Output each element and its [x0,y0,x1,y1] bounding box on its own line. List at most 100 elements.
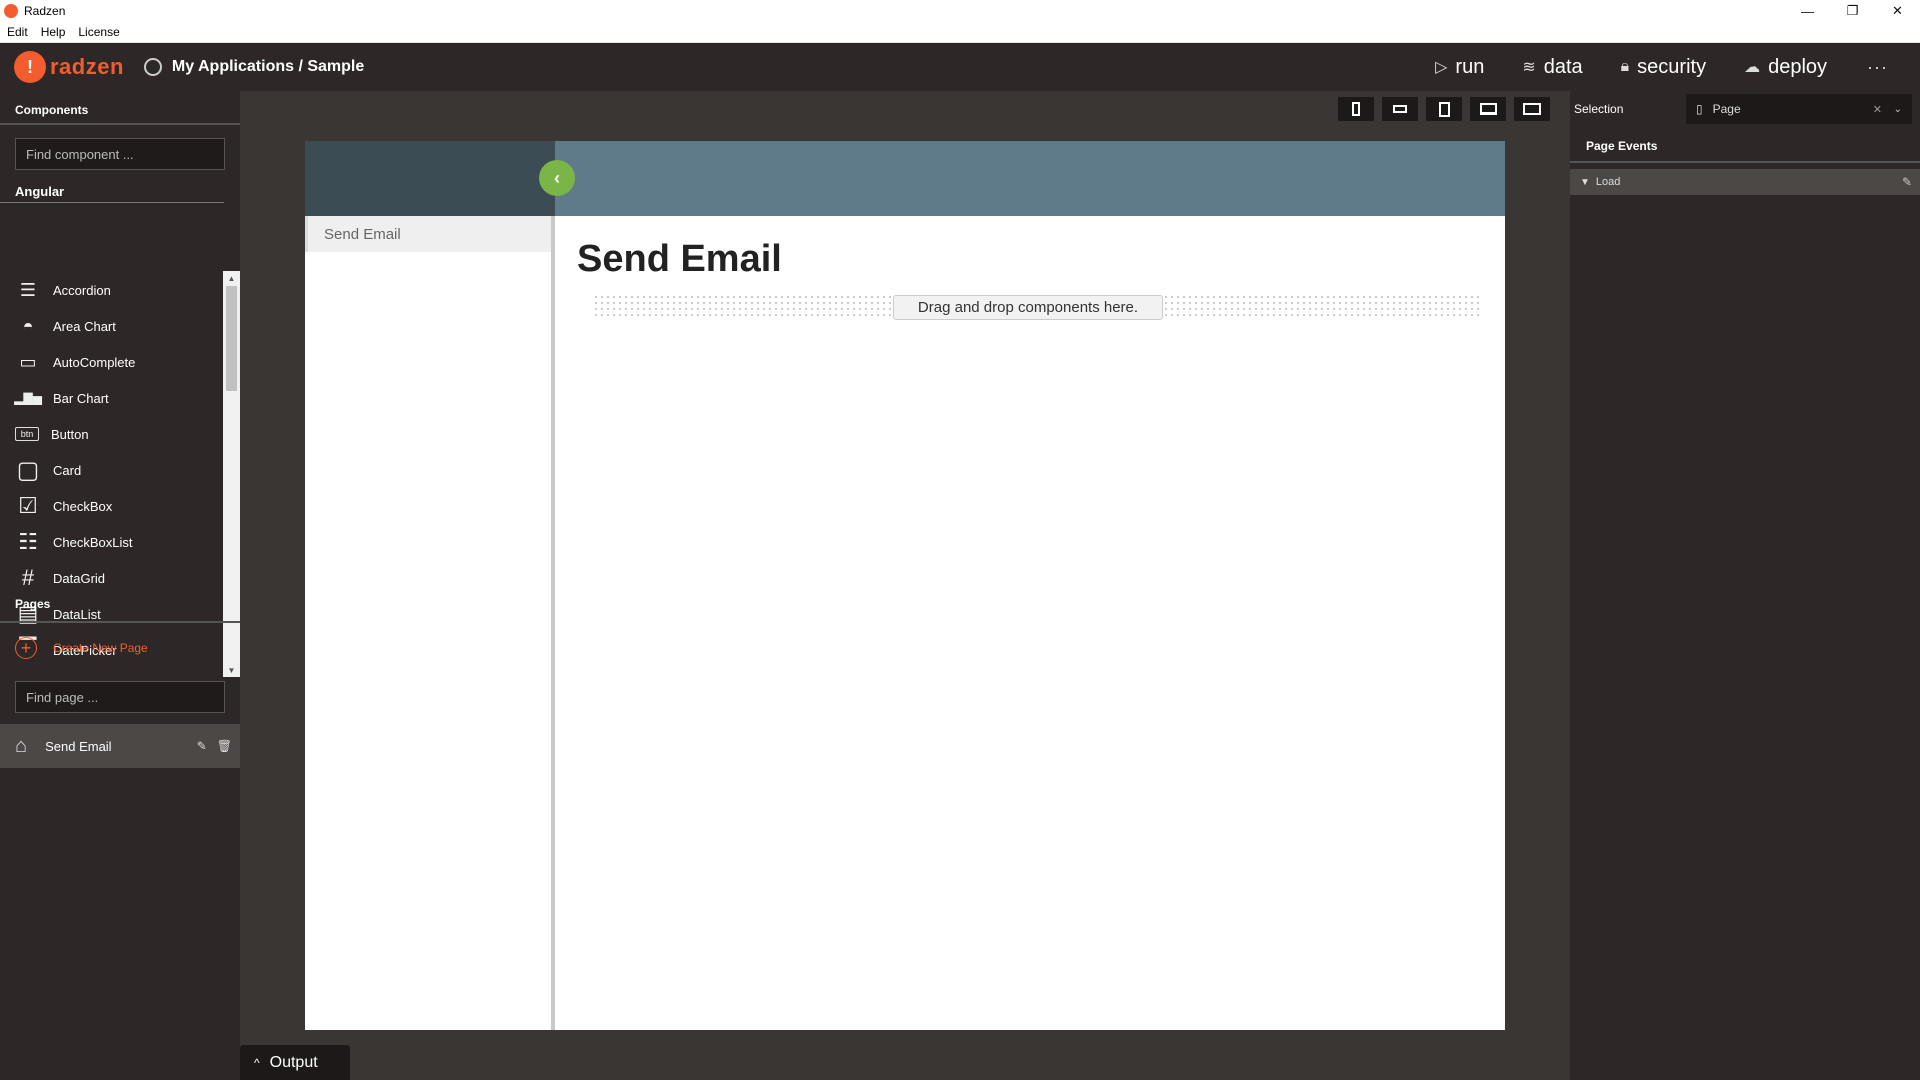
data-button[interactable]: ≋ data [1522,56,1582,79]
preview-nav-item-send-email[interactable]: Send Email [305,216,551,252]
phone-portrait-button[interactable] [1338,97,1374,121]
desktop-button[interactable] [1514,97,1550,121]
close-icon[interactable]: ✕ [1875,0,1920,22]
more-options-icon[interactable]: ··· [1867,57,1888,78]
selection-value: Page [1712,102,1741,116]
phone-landscape-icon [1393,105,1407,113]
page-icon: ▯ [1696,102,1703,116]
component-checkboxlist[interactable]: ☷ CheckBoxList [0,524,224,560]
security-button[interactable]: 🔒︎ security [1621,56,1706,79]
chevron-down-icon[interactable]: ⌄ [1894,104,1902,115]
breadcrumb-label: My Applications / Sample [171,58,365,75]
radzen-app-icon [4,4,18,18]
radzen-logo[interactable]: ! radzen [14,51,124,83]
component-bar-chart[interactable]: ▂▇▅ Bar Chart [0,380,224,416]
restore-icon[interactable]: ❐ [1830,0,1875,22]
checkbox-icon: ☑ [18,493,38,518]
header-actions: ▷ run ≋ data 🔒︎ security ☁︎ deploy ··· [1397,43,1888,91]
page-heading[interactable]: Send Email [577,238,1505,281]
menu-edit[interactable]: Edit [0,25,34,39]
window-titlebar: Radzen — ❐ ✕ [0,0,1920,22]
sidebar-toggle-button[interactable]: ‹ [539,160,575,196]
angular-group-title: Angular [0,170,224,203]
component-area-chart[interactable]: ◓ Area Chart [0,308,224,344]
component-datagrid[interactable]: # DataGrid [0,560,224,596]
event-load[interactable]: ▼ Load ✎ [1570,169,1920,195]
design-canvas: ‹ Send Email Send Email Drag and drop co… [240,91,1570,1080]
menu-bar: Edit Help License [0,22,1920,43]
component-label: Area Chart [53,318,116,334]
tablet-landscape-button[interactable] [1470,97,1506,121]
data-label: data [1543,55,1583,78]
component-search-input[interactable] [15,138,225,170]
component-autocomplete[interactable]: ▭ AutoComplete [0,344,224,380]
deploy-button[interactable]: ☁︎ deploy [1744,56,1827,79]
run-button[interactable]: ▷ run [1435,56,1484,79]
component-label: CheckBoxList [53,534,133,550]
tablet-portrait-icon [1438,101,1450,117]
phone-landscape-button[interactable] [1382,97,1418,121]
component-label: Accordion [53,282,111,298]
home-icon: ⌂ [15,734,28,757]
button-icon: btn [15,427,39,441]
autocomplete-icon: ▭ [19,351,37,372]
left-panel: Components Angular ☰ Accordion ◓ Area Ch… [0,91,240,1080]
component-label: Card [53,462,82,478]
create-page-label: Create New Page [53,641,148,655]
scroll-thumb[interactable] [226,286,237,391]
lock-icon: 🔒︎ [1620,58,1630,75]
checkboxlist-icon: ☷ [18,529,38,554]
output-panel-toggle[interactable]: ^ Output [240,1045,350,1080]
trash-icon[interactable]: 🗑︎ [217,739,232,753]
menu-license[interactable]: License [71,25,125,39]
dropzone-label: Drag and drop components here. [893,295,1163,320]
page-item-label: Send Email [45,738,112,754]
plus-circle-icon: + [15,637,37,659]
breadcrumb[interactable]: My Applications / Sample [143,58,365,76]
output-label: Output [269,1053,318,1071]
component-dropzone[interactable]: Drag and drop components here. [593,294,1479,320]
component-label: CheckBox [53,498,113,514]
menu-help[interactable]: Help [34,25,72,39]
expand-triangle-icon[interactable]: ▼ [1580,177,1590,188]
logo-mark-icon: ! [14,51,46,83]
component-checkbox[interactable]: ☑ CheckBox [0,488,224,524]
page-item-send-email[interactable]: ⌂ Send Email ✎ 🗑︎ [0,724,240,768]
page-preview: ‹ Send Email Send Email Drag and drop co… [305,141,1505,1030]
event-label: Load [1595,176,1621,188]
dashboard-icon [143,58,162,76]
deploy-label: deploy [1768,55,1828,78]
minimize-icon[interactable]: — [1785,0,1830,22]
component-button[interactable]: btn Button [0,416,224,452]
component-label: DataGrid [53,570,106,586]
component-label: Bar Chart [53,390,109,406]
edit-icon[interactable]: ✎ [1902,175,1912,189]
page-item-actions: ✎ 🗑︎ [197,739,232,753]
window-controls: — ❐ ✕ [1785,0,1920,22]
datagrid-icon: # [21,565,35,590]
run-label: run [1455,55,1485,78]
component-card[interactable]: ▢ Card [0,452,224,488]
security-label: security [1637,55,1707,78]
pages-title: Pages [0,597,240,623]
tablet-landscape-icon [1479,103,1497,115]
scroll-up-icon[interactable]: ▲ [223,271,240,285]
preview-content: Send Email Drag and drop components here… [559,216,1505,1030]
properties-panel: Selection ▯ Page ✕ ⌄ Page Events ▼ Load … [1570,91,1920,1080]
device-preview-bar [1338,97,1550,121]
edit-icon[interactable]: ✎ [197,739,207,753]
component-label: Button [51,426,89,442]
preview-header: ‹ [305,141,1505,216]
clear-icon[interactable]: ✕ [1873,103,1882,116]
play-icon: ▷ [1435,59,1448,76]
selection-label: Selection [1574,102,1624,116]
create-new-page-button[interactable]: + Create New Page [15,637,148,659]
component-accordion[interactable]: ☰ Accordion [0,272,224,308]
page-events-title: Page Events [1570,127,1920,163]
selection-dropdown[interactable]: ▯ Page ✕ ⌄ [1686,94,1912,124]
tablet-portrait-button[interactable] [1426,97,1462,121]
scroll-down-icon[interactable]: ▼ [223,663,240,677]
page-search-input[interactable] [15,681,225,713]
accordion-icon: ☰ [19,279,37,300]
bar-chart-icon: ▂▇▅ [14,391,42,405]
